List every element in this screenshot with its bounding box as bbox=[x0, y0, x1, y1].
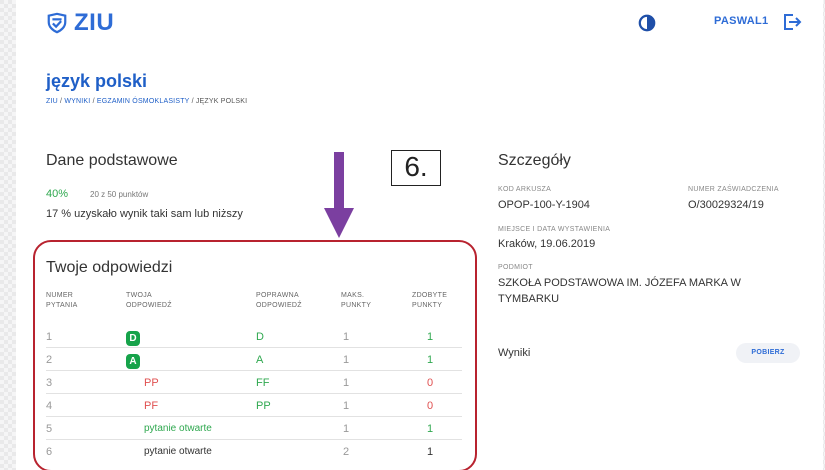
table-row: 2 A A 1 1 bbox=[46, 349, 462, 371]
your-answer: pytanie otwarte bbox=[144, 423, 212, 434]
max-points: 1 bbox=[343, 354, 350, 366]
table-row: 4 PF PP 1 0 bbox=[46, 395, 462, 417]
sheet-code-label: KOD ARKUSZA bbox=[498, 186, 552, 193]
question-number: 1 bbox=[46, 331, 53, 343]
max-points: 2 bbox=[343, 446, 350, 458]
details-heading: Szczegóły bbox=[498, 152, 571, 169]
contrast-toggle-icon[interactable] bbox=[638, 14, 656, 32]
earned-points: 1 bbox=[427, 354, 434, 366]
your-answer: A bbox=[126, 354, 140, 369]
entity-value-line2: TYMBARKU bbox=[498, 293, 560, 305]
max-points: 1 bbox=[343, 331, 350, 343]
question-number: 5 bbox=[46, 423, 53, 435]
earned-points: 1 bbox=[427, 423, 434, 435]
logo-text: ZIU bbox=[74, 9, 115, 36]
table-row: 1 D D 1 1 bbox=[46, 326, 462, 348]
question-number: 3 bbox=[46, 377, 53, 389]
breadcrumb-item-current: JĘZYK POLSKI bbox=[195, 98, 248, 105]
max-points: 1 bbox=[343, 400, 350, 412]
breadcrumb-item-ziu[interactable]: ZIU bbox=[46, 98, 58, 105]
answer-badge: D bbox=[126, 331, 140, 346]
earned-points: 1 bbox=[427, 331, 434, 343]
certificate-number-value: O/30029324/19 bbox=[688, 199, 764, 211]
column-header-correct-answer: POPRAWNA ODPOWIEDŹ bbox=[256, 292, 302, 309]
question-number: 6 bbox=[46, 446, 53, 458]
answer-badge: A bbox=[126, 354, 140, 369]
shield-check-icon bbox=[47, 12, 67, 34]
your-answer: D bbox=[126, 331, 140, 346]
page: ZIU PASWAL1 język polski ZIU / WYNIKI / … bbox=[16, 0, 823, 470]
correct-answer: A bbox=[256, 354, 264, 366]
column-header-number: NUMER PYTANIA bbox=[46, 292, 78, 309]
results-label: Wyniki bbox=[498, 347, 531, 359]
logout-icon[interactable] bbox=[782, 12, 802, 32]
earned-points: 0 bbox=[427, 400, 434, 412]
earned-points: 0 bbox=[427, 377, 434, 389]
score-points: 20 z 50 punktów bbox=[90, 190, 149, 199]
place-date-value: Kraków, 19.06.2019 bbox=[498, 238, 596, 250]
top-bar: ZIU PASWAL1 bbox=[16, 0, 823, 44]
table-row: 5 pytanie otwarte 1 1 bbox=[46, 418, 462, 440]
place-date-label: MIEJSCE I DATA WYSTAWIENIA bbox=[498, 226, 611, 233]
percentile-text: 17 % uzyskało wynik taki sam lub niższy bbox=[46, 208, 243, 220]
your-answer: pytanie otwarte bbox=[144, 446, 212, 457]
column-header-your-answer: TWOJA ODPOWIEDŹ bbox=[126, 292, 172, 309]
max-points: 1 bbox=[343, 377, 350, 389]
correct-answer: FF bbox=[256, 377, 270, 389]
entity-label: PODMIOT bbox=[498, 264, 533, 271]
correct-answer: PP bbox=[256, 400, 271, 412]
table-row: 3 PP FF 1 0 bbox=[46, 372, 462, 394]
score-percent: 40% bbox=[46, 188, 69, 200]
column-header-earned-points: ZDOBYTE PUNKTY bbox=[412, 292, 448, 309]
question-number: 4 bbox=[46, 400, 53, 412]
user-name-link[interactable]: PASWAL1 bbox=[714, 15, 768, 27]
breadcrumb-item-wyniki[interactable]: WYNIKI bbox=[64, 98, 90, 105]
annotation-number-label: 6. bbox=[391, 150, 441, 186]
column-header-max-points: MAKS. PUNKTY bbox=[341, 292, 372, 309]
answers-heading: Twoje odpowiedzi bbox=[46, 259, 173, 276]
table-row: 6 pytanie otwarte 2 1 bbox=[46, 441, 462, 463]
logo[interactable]: ZIU bbox=[46, 9, 114, 37]
your-answer: PP bbox=[144, 377, 159, 389]
download-button[interactable]: POBIERZ bbox=[736, 343, 800, 363]
breadcrumb-item-egzamin[interactable]: EGZAMIN ÓSMOKLASISTY bbox=[97, 98, 190, 105]
entity-value-line1: SZKOŁA PODSTAWOWA IM. JÓZEFA MARKA W bbox=[498, 277, 741, 289]
correct-answer: D bbox=[256, 331, 264, 343]
earned-points: 1 bbox=[427, 446, 434, 458]
max-points: 1 bbox=[343, 423, 350, 435]
sheet-code-value: OPOP-100-Y-1904 bbox=[498, 199, 590, 211]
annotation-arrow-icon bbox=[324, 152, 354, 238]
your-answer: PF bbox=[144, 400, 159, 412]
breadcrumb: ZIU / WYNIKI / EGZAMIN ÓSMOKLASISTY / JĘ… bbox=[46, 98, 247, 105]
basic-data-heading: Dane podstawowe bbox=[46, 152, 178, 169]
page-title: język polski bbox=[46, 71, 148, 91]
question-number: 2 bbox=[46, 354, 53, 366]
certificate-number-label: NUMER ZAŚWIADCZENIA bbox=[688, 186, 779, 193]
